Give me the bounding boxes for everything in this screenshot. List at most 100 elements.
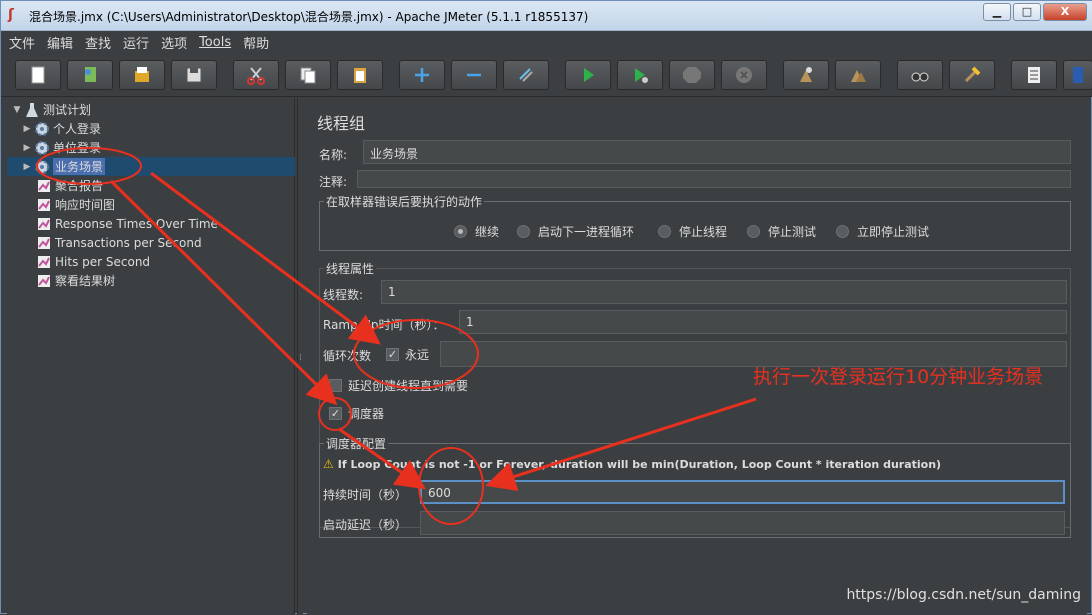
startup-delay-label: 启动延迟（秒）: [323, 518, 408, 532]
function-helper-button[interactable]: [1011, 60, 1057, 90]
jmeter-logo-icon: ʃ: [8, 7, 14, 23]
startup-delay-field[interactable]: [420, 511, 1065, 535]
gear-icon: [33, 159, 51, 175]
clear-all-icon: [851, 70, 866, 82]
tree-item-business-scenario[interactable]: ▶ 业务场景: [7, 157, 295, 176]
delay-thread-creation-checkbox[interactable]: 延迟创建线程直到需要: [329, 377, 468, 394]
tree-item-personal-login[interactable]: ▶ 个人登录: [21, 119, 101, 138]
radio-label: 继续: [475, 225, 500, 239]
radio-icon: [836, 225, 849, 238]
function-helper-icon: [1028, 67, 1040, 83]
minimize-button[interactable]: ▁: [983, 3, 1011, 21]
threads-label: 线程数:: [323, 288, 364, 302]
clear-button[interactable]: [783, 60, 829, 90]
cut-button[interactable]: [233, 60, 279, 90]
gear-icon: [33, 140, 51, 156]
tree-item-label: 单位登录: [53, 141, 102, 155]
radio-start-next-loop[interactable]: 启动下一进程循环: [517, 223, 634, 240]
tree-item-transactions-per-second[interactable]: Transactions per Second: [35, 233, 202, 252]
comment-label: 注释:: [319, 175, 348, 189]
checkbox-empty-icon: [329, 379, 342, 392]
templates-button[interactable]: [67, 60, 113, 90]
search-button[interactable]: [897, 60, 943, 90]
radio-stop-test[interactable]: 停止测试: [747, 223, 816, 240]
panel-title: 线程组: [317, 114, 366, 133]
menu-tools[interactable]: Tools: [199, 35, 231, 50]
tree-root[interactable]: ▼ 测试计划: [11, 100, 91, 119]
tree-item-view-results-tree[interactable]: 察看结果树: [35, 271, 115, 290]
radio-label: 立即停止测试: [857, 225, 930, 239]
menu-search[interactable]: 查找: [85, 33, 111, 52]
radio-selected-icon: [454, 225, 467, 238]
flask-icon: [23, 102, 41, 118]
shutdown-button[interactable]: [721, 60, 767, 90]
pane-splitter[interactable]: ⁞: [297, 98, 303, 614]
scheduler-config-title: 调度器配置: [324, 435, 389, 452]
tree-item-label: 聚合报告: [55, 179, 104, 193]
loop-count-label: 循环次数: [323, 349, 372, 363]
toggle-button[interactable]: [503, 60, 549, 90]
radio-continue[interactable]: 继续: [454, 223, 499, 240]
radio-label: 停止线程: [679, 225, 728, 239]
save-button[interactable]: [171, 60, 217, 90]
duration-field[interactable]: 600: [420, 480, 1065, 504]
window-controls: ▁ □ X: [983, 3, 1087, 21]
scheduler-checkbox[interactable]: ✓ 调度器: [329, 405, 384, 422]
warning-text: If Loop Count is not -1 or Forever, dura…: [337, 457, 942, 471]
chart-icon: [35, 235, 53, 251]
search-icon: [911, 72, 929, 82]
threads-field[interactable]: 1: [381, 280, 1067, 304]
help-button[interactable]: [1063, 60, 1092, 90]
tree-item-unit-login[interactable]: ▶ 单位登录: [21, 138, 101, 157]
copy-button[interactable]: [285, 60, 331, 90]
start-button[interactable]: [565, 60, 611, 90]
comment-field[interactable]: [357, 170, 1071, 188]
menu-help[interactable]: 帮助: [243, 33, 269, 52]
clear-all-button[interactable]: [835, 60, 881, 90]
menu-run[interactable]: 运行: [123, 33, 149, 52]
radio-label: 启动下一进程循环: [538, 225, 635, 239]
title-bar: ʃ 混合场景.jmx (C:\Users\Administrator\Deskt…: [1, 1, 1092, 31]
radio-stop-thread[interactable]: 停止线程: [658, 223, 727, 240]
collapsed-arrow-icon[interactable]: ▶: [21, 162, 33, 172]
tree-item-label: 业务场景: [53, 158, 106, 175]
radio-icon: [747, 225, 760, 238]
expand-all-button[interactable]: [399, 60, 445, 90]
start-no-pause-button[interactable]: [617, 60, 663, 90]
tree-item-aggregate-report[interactable]: 聚合报告: [35, 176, 103, 195]
reset-search-button[interactable]: [949, 60, 995, 90]
thread-group-panel: 线程组 名称: 业务场景 注释: 在取样器错误后要执行的动作 继续 启动下一进程…: [307, 98, 1087, 614]
paste-button[interactable]: [337, 60, 383, 90]
start-icon: [584, 68, 594, 82]
tree-item-response-times-over-time[interactable]: Response Times Over Time: [35, 214, 218, 233]
tree-item-response-time-graph[interactable]: 响应时间图: [35, 195, 115, 214]
radio-stop-test-now[interactable]: 立即停止测试: [836, 223, 929, 240]
expand-icon: [415, 68, 429, 82]
collapsed-arrow-icon[interactable]: ▶: [21, 124, 33, 134]
stop-button[interactable]: [669, 60, 715, 90]
menu-options[interactable]: 选项: [161, 33, 187, 52]
name-field[interactable]: 业务场景: [363, 140, 1071, 164]
radio-icon: [517, 225, 530, 238]
maximize-button[interactable]: □: [1013, 3, 1041, 21]
shutdown-icon: [736, 67, 752, 83]
collapse-all-button[interactable]: [451, 60, 497, 90]
rampup-field[interactable]: 1: [459, 310, 1067, 334]
annotation-text: 执行一次登录运行10分钟业务场景: [753, 366, 1044, 388]
menu-edit[interactable]: 编辑: [47, 33, 73, 52]
start-no-pause-icon: [635, 68, 648, 83]
forever-checkbox[interactable]: ✓ 永远: [386, 346, 429, 363]
tree-item-hits-per-second[interactable]: Hits per Second: [35, 252, 150, 271]
close-button[interactable]: X: [1043, 3, 1087, 21]
paste-icon: [354, 68, 366, 83]
new-button[interactable]: [15, 60, 61, 90]
jmeter-window: ʃ 混合场景.jmx (C:\Users\Administrator\Deskt…: [0, 0, 1092, 614]
splitter-grip-icon: ⁞: [299, 353, 302, 363]
scheduler-label: 调度器: [348, 407, 385, 421]
expand-arrow-icon[interactable]: ▼: [11, 105, 23, 115]
loop-count-field[interactable]: [440, 341, 1067, 367]
open-button[interactable]: [119, 60, 165, 90]
collapsed-arrow-icon[interactable]: ▶: [21, 143, 33, 153]
menu-file[interactable]: 文件: [9, 33, 35, 52]
chart-icon: [35, 273, 53, 289]
